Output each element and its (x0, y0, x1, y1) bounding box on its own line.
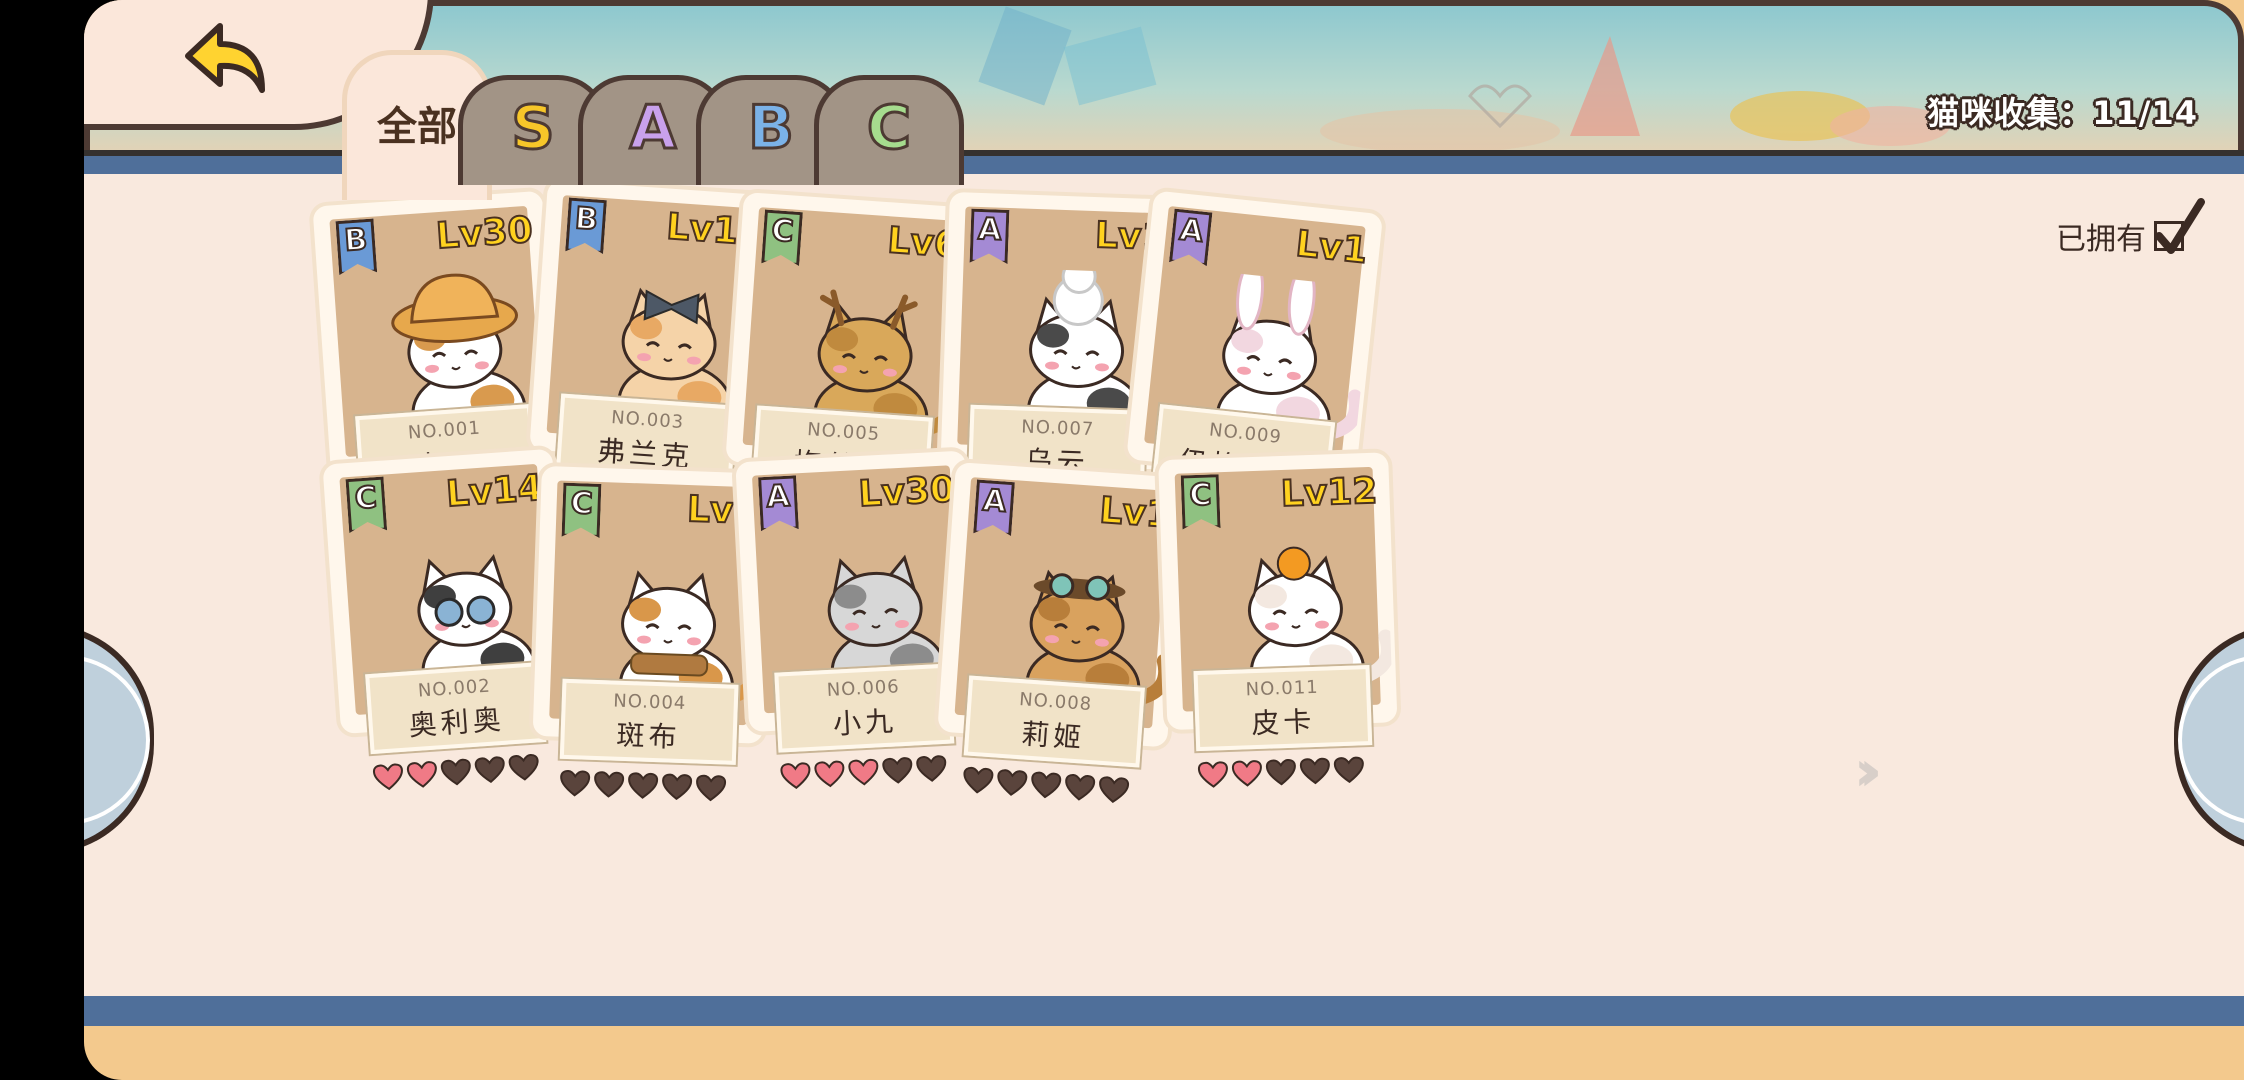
tab-label: S (510, 91, 556, 164)
back-arrow-icon (185, 23, 265, 93)
owned-checkbox[interactable] (2154, 198, 2205, 254)
cards-panel: 已拥有 ›› BLv30NO.001小五BLv14NO.003弗兰克CLv6NO… (84, 150, 2244, 1026)
tab-label: B (747, 91, 796, 164)
cards-area: 已拥有 ›› BLv30NO.001小五BLv14NO.003弗兰克CLv6NO… (84, 174, 2244, 996)
heart-icon (660, 772, 693, 805)
heart-icon (1063, 772, 1097, 806)
heart-icon (847, 757, 881, 791)
prev-page-icon (84, 655, 150, 825)
name-plate: NO.002 奥利奥 (365, 662, 547, 755)
cat-card[interactable]: C Lv12 NO.011 皮卡 (1158, 452, 1410, 800)
tab-label: C (865, 91, 912, 164)
heart-icon (881, 756, 915, 790)
heart-icon (473, 755, 507, 789)
cat-number: NO.004 (612, 690, 687, 715)
tab-c[interactable]: C (814, 75, 964, 185)
heart-icon (779, 761, 813, 795)
cat-name: 皮卡 (1250, 704, 1316, 741)
heart-icon (592, 770, 625, 803)
heart-icon (694, 773, 727, 806)
heart-icon (371, 762, 405, 796)
heart-icon (439, 757, 473, 791)
collection-screen: 猫咪收集：11/14 已拥有 ›› BLv30NO.001小五BLv14NO.0… (84, 0, 2244, 1080)
heart-icon (1299, 756, 1332, 789)
heart-icon (1197, 760, 1230, 793)
next-page-icon (2178, 655, 2244, 825)
name-plate: NO.006 小九 (774, 663, 955, 753)
heart-icon (558, 769, 591, 802)
collection-label: 猫咪收集： (1927, 94, 2093, 132)
collection-counter: 猫咪收集：11/14 (1927, 88, 2198, 134)
level-label: Lv1 (1293, 223, 1370, 273)
level-label: Lv30 (434, 209, 535, 259)
affection-hearts (558, 769, 727, 807)
name-plate: NO.008 莉姬 (963, 675, 1145, 768)
level-label: Lv12 (1279, 470, 1379, 516)
heart-icon (961, 765, 995, 799)
heart-icon (1333, 755, 1366, 788)
prev-page-button[interactable] (84, 624, 154, 854)
heart-icon (626, 771, 659, 804)
next-page-button[interactable] (2174, 624, 2244, 854)
name-plate: NO.004 斑布 (559, 678, 739, 765)
heart-icon (405, 759, 439, 793)
card-frame: ALv1NO.009伊格莱希 (1126, 190, 1384, 503)
heart-icon (1029, 770, 1063, 804)
card-frame: BLv30NO.001小五 (312, 190, 561, 497)
heart-icon (995, 768, 1029, 802)
owned-filter[interactable]: 已拥有 (2056, 198, 2205, 258)
cat-number: NO.011 (1245, 676, 1320, 701)
affection-hearts (371, 752, 541, 796)
heart-icon (1096, 775, 1130, 809)
collection-count: 11/14 (2092, 94, 2198, 132)
card-frame: CLv6NO.005梅丝缇 (725, 192, 974, 498)
heart-icon (813, 759, 847, 793)
owned-filter-label: 已拥有 (2056, 222, 2146, 257)
card-frame: A Lv1 NO.008 莉姬 (937, 462, 1186, 768)
card-frame: C Lv1 NO.004 斑布 (532, 465, 772, 765)
affection-hearts (1197, 755, 1366, 793)
level-label: Lv30 (857, 468, 958, 516)
affection-hearts (779, 754, 948, 795)
cat-card[interactable]: A Lv1 NO.008 莉姬 (932, 462, 1195, 818)
heart-icon (1265, 758, 1298, 791)
cat-name: 斑布 (616, 718, 682, 754)
affection-hearts (961, 765, 1131, 809)
tab-label: A (628, 91, 677, 164)
name-plate: NO.011 皮卡 (1193, 665, 1373, 752)
heart-icon (1231, 759, 1264, 792)
tab-label: 全部 (377, 103, 457, 150)
double-chevron-right-icon[interactable]: ›› (1854, 739, 1882, 804)
cat-name: 小九 (832, 704, 898, 741)
cat-number: NO.007 (1020, 416, 1095, 441)
card-frame: C Lv12 NO.011 皮卡 (1158, 452, 1398, 752)
level-label: Lv14 (444, 467, 545, 517)
checkmark-icon (2155, 198, 2205, 254)
